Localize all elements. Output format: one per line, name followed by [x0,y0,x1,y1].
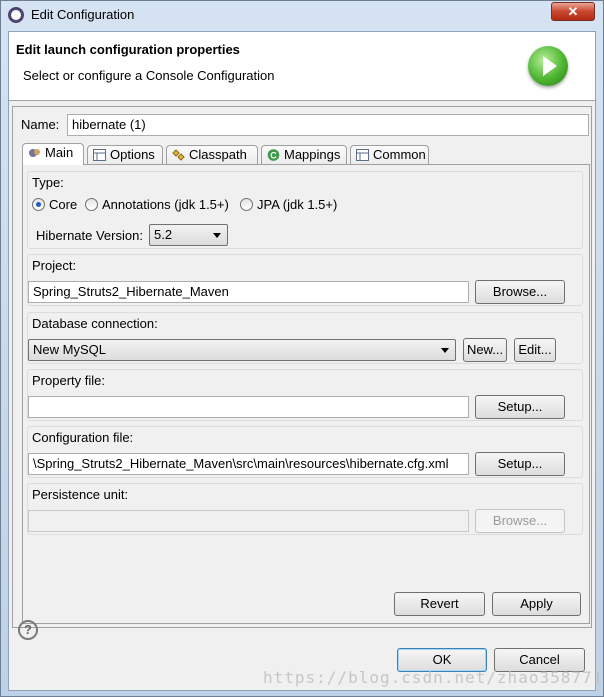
radio-annotations-indicator [85,198,98,211]
type-group: Type: Core Annotations (jdk 1.5+) JPA (j… [27,171,583,249]
main-tab-icon [29,149,40,157]
radio-jpa-indicator [240,198,253,211]
mappings-tab-icon: C [267,149,280,161]
radio-jpa-label: JPA (jdk 1.5+) [257,197,338,212]
tab-options[interactable]: Options [87,145,163,164]
database-edit-button[interactable]: Edit... [514,338,556,362]
apply-button[interactable]: Apply [492,592,581,616]
chevron-down-icon [213,233,221,238]
header-description: Select or configure a Console Configurat… [23,68,275,83]
property-file-input[interactable] [28,396,469,418]
dialog-header: Edit launch configuration properties Sel… [9,32,595,101]
dialog-client: Edit launch configuration properties Sel… [8,31,596,691]
radio-annotations-label: Annotations (jdk 1.5+) [102,197,229,212]
common-tab-icon [356,149,369,161]
tab-classpath-label: Classpath [189,147,247,162]
classpath-tab-icon [172,149,185,161]
database-group: Database connection: New MySQL New... Ed… [27,312,583,364]
tab-mappings[interactable]: C Mappings [261,145,347,164]
project-label: Project: [32,258,77,273]
radio-core-label: Core [49,197,78,212]
database-new-button[interactable]: New... [463,338,507,362]
tab-common-label: Common [373,147,426,162]
project-browse-button[interactable]: Browse... [475,280,565,304]
property-file-setup-button[interactable]: Setup... [475,395,565,419]
tab-mappings-label: Mappings [284,147,341,162]
configuration-area: Name: hibernate (1) Main Options Classpa… [12,106,592,628]
persistence-unit-browse-button: Browse... [475,509,565,533]
persistence-unit-input [28,510,469,532]
tab-main-label: Main [45,145,74,160]
database-label: Database connection: [32,316,158,331]
project-input[interactable]: Spring_Struts2_Hibernate_Maven [28,281,469,303]
watermark-text: https://blog.csdn.net/zhao3587717 [263,668,604,687]
configuration-file-setup-button[interactable]: Setup... [475,452,565,476]
eclipse-app-icon [8,7,24,23]
database-connection-select[interactable]: New MySQL [28,339,456,361]
persistence-unit-group: Persistence unit: Browse... [27,483,583,535]
type-label: Type: [32,175,64,190]
help-icon[interactable]: ? [18,620,38,640]
persistence-unit-label: Persistence unit: [32,487,129,502]
revert-button[interactable]: Revert [394,592,485,616]
chevron-down-icon [441,348,449,353]
title-bar[interactable]: Edit Configuration ✕ [1,1,603,29]
configuration-file-input[interactable]: \Spring_Struts2_Hibernate_Maven\src\main… [28,453,469,475]
tab-main[interactable]: Main [22,143,84,165]
header-title: Edit launch configuration properties [16,42,240,57]
edit-configuration-window: Edit Configuration ✕ Edit launch configu… [0,0,604,697]
property-file-group: Property file: Setup... [27,369,583,421]
run-icon [528,46,568,86]
tab-options-label: Options [110,147,155,162]
name-input[interactable]: hibernate (1) [67,114,589,136]
database-connection-value: New MySQL [33,342,106,357]
tab-classpath[interactable]: Classpath [166,145,258,164]
hibernate-version-value: 5.2 [154,227,173,242]
property-file-label: Property file: [32,373,105,388]
main-tab-panel: Type: Core Annotations (jdk 1.5+) JPA (j… [22,164,590,624]
configuration-file-label: Configuration file: [32,430,134,445]
tab-common[interactable]: Common [350,145,429,164]
window-title: Edit Configuration [31,7,135,22]
hibernate-version-label: Hibernate Version: [36,228,143,243]
mappings-icon-glyph: C [270,151,277,161]
radio-core-indicator [32,198,45,211]
project-group: Project: Spring_Struts2_Hibernate_Maven … [27,254,583,306]
close-button[interactable]: ✕ [551,2,595,21]
hibernate-version-select[interactable]: 5.2 [149,224,228,246]
options-tab-icon [93,149,106,161]
name-label: Name: [21,117,60,132]
configuration-file-group: Configuration file: \Spring_Struts2_Hibe… [27,426,583,478]
